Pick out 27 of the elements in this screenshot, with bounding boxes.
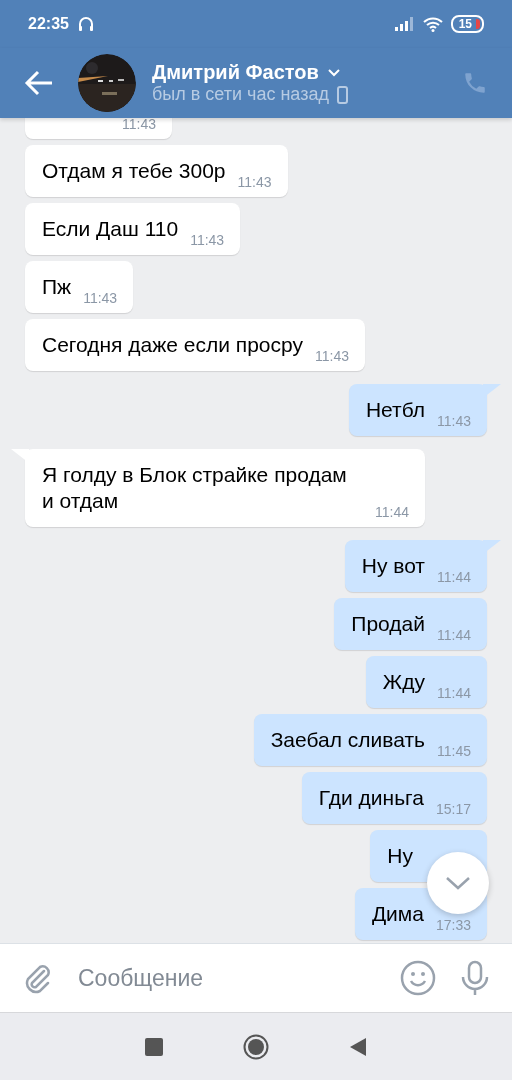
chevron-down-icon	[445, 876, 471, 890]
signal-icon	[394, 17, 415, 31]
back-button[interactable]	[24, 70, 54, 96]
message-bar[interactable]: Сообщение	[0, 943, 512, 1012]
chevron-down-icon[interactable]	[326, 67, 341, 77]
message-bubble: Продай 11:44	[334, 598, 487, 650]
wifi-icon	[422, 16, 443, 32]
message-bubble: Жду 11:44	[365, 656, 487, 708]
status-time: 22:35	[28, 14, 69, 34]
home-icon[interactable]	[243, 1033, 269, 1060]
message-bubble: Заебал сливать 11:45	[253, 714, 487, 766]
microphone-icon[interactable]	[460, 960, 490, 996]
emoji-icon[interactable]	[400, 960, 436, 996]
headphones-icon	[76, 15, 95, 33]
last-seen-status: был в сети час назад	[152, 83, 329, 106]
message-bubble: Пж 11:43	[25, 261, 134, 313]
message-bubble: 11:43	[25, 118, 172, 139]
back-icon[interactable]	[349, 1036, 367, 1057]
phone-device-icon	[336, 85, 348, 104]
recent-apps-icon[interactable]	[145, 1037, 163, 1056]
message-input[interactable]: Сообщение	[76, 959, 400, 997]
message-bubble: Гди диньга 15:17	[301, 772, 487, 824]
battery-indicator: 15	[450, 15, 484, 33]
message-bubble: Сегодня даже если просру 11:43	[25, 319, 365, 371]
message-bubble: Отдам я тебе 300р 11:43	[25, 145, 288, 197]
message-bubble: Если Даш 110 11:43	[25, 203, 241, 255]
contact-name[interactable]: Дмитрий Фастов	[152, 60, 319, 84]
